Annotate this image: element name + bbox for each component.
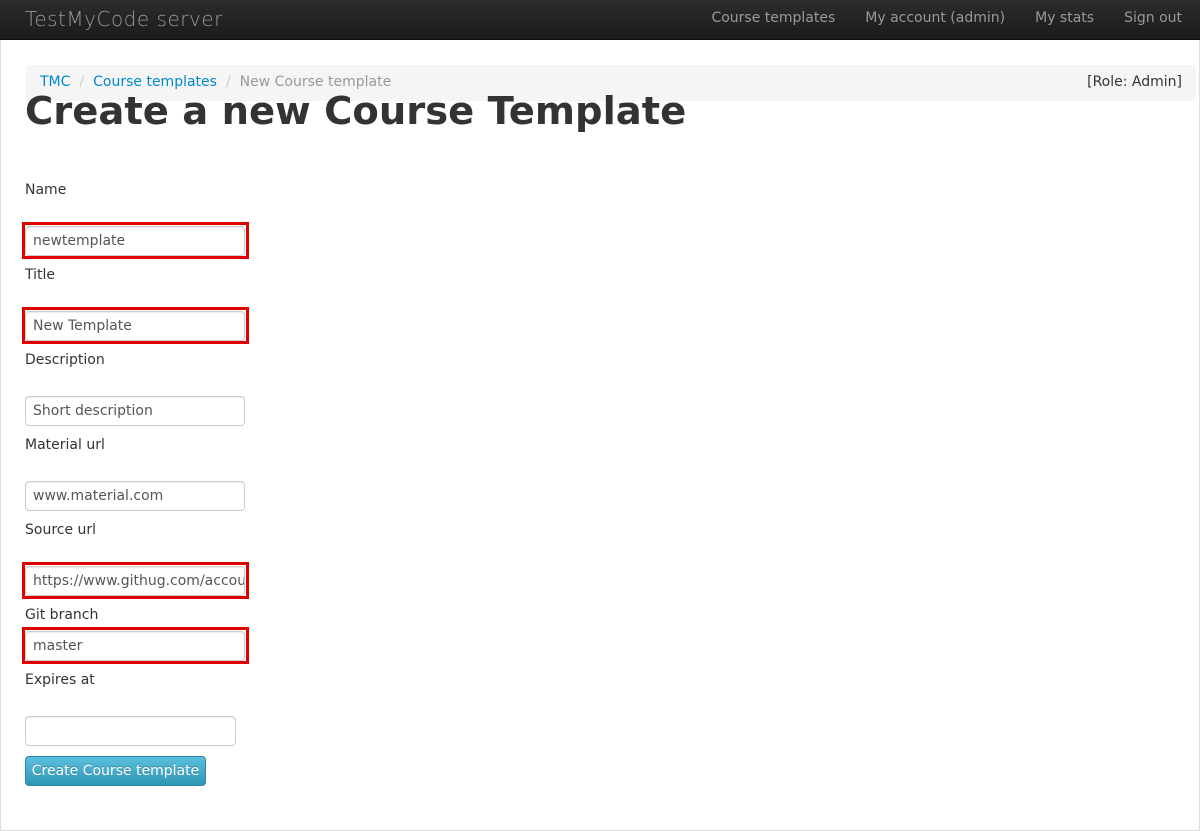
title-input[interactable]: New Template [25, 311, 245, 341]
nav-my-account[interactable]: My account (admin) [850, 0, 1020, 40]
title-label: Title [25, 267, 56, 283]
nav-links: Course templates My account (admin) My s… [696, 0, 1200, 40]
name-input[interactable]: newtemplate [25, 226, 245, 256]
git-branch-label: Git branch [25, 607, 99, 623]
source-url-label: Source url [25, 522, 97, 538]
nav-sign-out[interactable]: Sign out [1109, 0, 1200, 40]
expires-at-input[interactable] [25, 716, 236, 746]
material-url-input[interactable]: www.material.com [25, 481, 245, 511]
description-input[interactable]: Short description [25, 396, 245, 426]
git-branch-input[interactable]: master [25, 631, 245, 661]
source-url-input[interactable]: https://www.githug.com/account [25, 566, 245, 596]
nav-course-templates[interactable]: Course templates [696, 0, 850, 40]
description-label: Description [25, 352, 105, 368]
nav-my-stats[interactable]: My stats [1020, 0, 1109, 40]
name-label: Name [25, 182, 67, 198]
material-url-label: Material url [25, 437, 105, 453]
brand-logo-text[interactable]: TestMyCode server [25, 0, 223, 38]
main-container: TMC / Course templates / New Course template… [0, 40, 1200, 831]
page-title: Create a new Course Template [25, 89, 687, 134]
top-navbar: TestMyCode server Course templates My ac… [0, 0, 1200, 40]
expires-at-label: Expires at [25, 672, 95, 688]
role-indicator: [Role: Admin] [1087, 74, 1182, 90]
create-course-template-button[interactable]: Create Course template [25, 756, 206, 786]
